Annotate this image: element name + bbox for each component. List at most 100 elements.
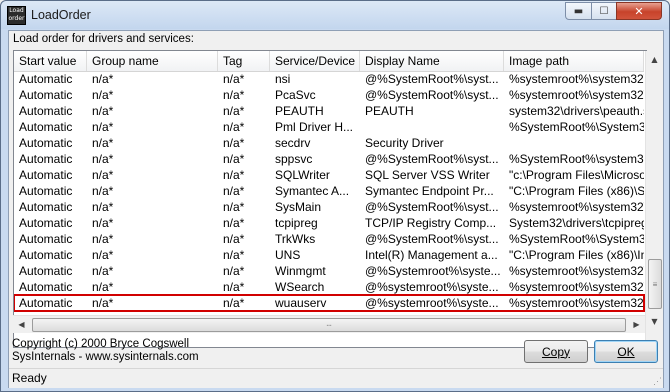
cell-group-name: n/a* (92, 88, 114, 102)
scroll-right-arrow-icon[interactable]: ▶ (628, 316, 645, 333)
cell-service-device: tcpipreg (275, 216, 318, 230)
cell-service-device: wuauserv (275, 296, 327, 310)
cell-tag: n/a* (223, 152, 245, 166)
cell-tag: n/a* (223, 104, 245, 118)
cell-group-name: n/a* (92, 152, 114, 166)
close-button[interactable]: ✕ (616, 2, 662, 20)
cell-display-name: @%SystemRoot%\syst... (365, 200, 499, 214)
table-row[interactable]: Automatic n/a* n/a* tcpipreg TCP/IP Registry… (14, 215, 644, 231)
cell-display-name: PEAUTH (365, 104, 414, 118)
cell-group-name: n/a* (92, 72, 114, 86)
cell-start-value: Automatic (19, 136, 73, 150)
cell-start-value: Automatic (19, 184, 73, 198)
cell-display-name: @%SystemRoot%\syst... (365, 152, 499, 166)
cell-service-device: UNS (275, 248, 301, 262)
cell-tag: n/a* (223, 248, 245, 262)
load-order-list[interactable]: Start value Group name Tag Service/Devic… (13, 50, 647, 348)
app-window: Load order LoadOrder ▬ ☐ ✕ Load order fo… (0, 0, 670, 392)
cell-start-value: Automatic (19, 120, 73, 134)
scroll-up-arrow-icon[interactable]: ▲ (646, 51, 663, 68)
cell-group-name: n/a* (92, 120, 114, 134)
table-row[interactable]: Automatic n/a* n/a* nsi @%SystemRoot%\syst..… (14, 71, 644, 87)
cell-display-name (360, 119, 504, 135)
cell-service-device: SysMain (275, 200, 322, 214)
cell-group-name: n/a* (92, 296, 114, 310)
column-header-image-path[interactable]: Image path (504, 51, 644, 71)
table-row[interactable]: Automatic n/a* n/a* secdrv Security Driver (14, 135, 644, 151)
column-header-group-name[interactable]: Group name (87, 51, 218, 71)
cell-image-path: "c:\Program Files\Microso (509, 168, 644, 182)
horizontal-scroll-thumb[interactable]: ┄ (32, 318, 626, 332)
column-header-display-name[interactable]: Display Name (360, 51, 504, 71)
cell-start-value: Automatic (19, 152, 73, 166)
table-row[interactable]: Automatic n/a* n/a* UNS Intel(R) Management … (14, 247, 644, 263)
table-row[interactable]: Automatic n/a* n/a* Symantec A... Symantec E… (14, 183, 644, 199)
cell-group-name: n/a* (92, 104, 114, 118)
cell-tag: n/a* (223, 72, 245, 86)
website-line: SysInternals - www.sysinternals.com (12, 351, 199, 363)
cell-image-path: %systemroot%\system32\ (509, 264, 644, 278)
ok-button[interactable]: OK (594, 340, 658, 363)
table-row[interactable]: Automatic n/a* n/a* sppsvc @%SystemRoot%\sys… (14, 151, 644, 167)
column-header-service-device[interactable]: Service/Device (270, 51, 360, 71)
ok-button-label: OK (617, 344, 635, 359)
cell-image-path: %SystemRoot%\System32\ (509, 232, 644, 246)
scroll-left-arrow-icon[interactable]: ◀ (13, 316, 30, 333)
cell-display-name: @%SystemRoot%\syst... (365, 88, 499, 102)
table-row[interactable]: Automatic n/a* n/a* SQLWriter SQL Server VSS… (14, 167, 644, 183)
table-row[interactable]: Automatic n/a* n/a* Pml Driver H... %SystemR… (14, 119, 644, 135)
cell-display-name: @%systemroot%\syste... (365, 296, 499, 310)
table-row[interactable]: Automatic n/a* n/a* PEAUTH PEAUTH system32\dr… (14, 103, 644, 119)
vertical-scrollbar[interactable]: ▲ ≡ ▼ (645, 51, 663, 347)
maximize-button[interactable]: ☐ (591, 2, 617, 20)
cell-image-path (504, 135, 644, 151)
cell-group-name: n/a* (92, 264, 114, 278)
cell-start-value: Automatic (19, 168, 73, 182)
vertical-scroll-thumb[interactable]: ≡ (648, 259, 662, 309)
table-row[interactable]: Automatic n/a* n/a* SysMain @%SystemRoot%\sy… (14, 199, 644, 215)
cell-image-path: %systemroot%\system32\ (509, 280, 644, 294)
copy-button[interactable]: Copy (524, 340, 588, 363)
copy-button-label: Copy (541, 344, 570, 359)
cell-service-device: WSearch (275, 280, 325, 294)
cell-group-name: n/a* (92, 200, 114, 214)
close-icon: ✕ (634, 4, 644, 18)
minimize-button[interactable]: ▬ (565, 2, 592, 20)
cell-image-path: %systemroot%\system32\ (509, 88, 644, 102)
cell-start-value: Automatic (19, 216, 73, 230)
cell-display-name: SQL Server VSS Writer (365, 168, 490, 182)
app-icon: Load order (7, 6, 26, 25)
cell-start-value: Automatic (19, 280, 73, 294)
cell-service-device: PEAUTH (275, 104, 324, 118)
cell-group-name: n/a* (92, 184, 114, 198)
title-bar[interactable]: Load order LoadOrder ▬ ☐ ✕ (1, 1, 669, 29)
cell-service-device: PcaSvc (275, 88, 316, 102)
cell-service-device: TrkWks (275, 232, 316, 246)
cell-service-device: nsi (275, 72, 291, 86)
table-row[interactable]: Automatic n/a* n/a* WSearch @%systemroot%\sy… (14, 279, 644, 295)
cell-image-path: %systemroot%\system32\ (509, 72, 644, 86)
cell-start-value: Automatic (19, 88, 73, 102)
cell-image-path: %SystemRoot%\system32\ (509, 152, 644, 166)
cell-start-value: Automatic (19, 248, 73, 262)
list-caption: Load order for drivers and services: (13, 33, 194, 45)
cell-tag: n/a* (223, 216, 245, 230)
table-row[interactable]: Automatic n/a* n/a* TrkWks @%SystemRoot%\sys… (14, 231, 644, 247)
cell-service-device: Winmgmt (275, 264, 326, 278)
table-row[interactable]: Automatic n/a* n/a* Winmgmt @%Systemroot%\sy… (14, 263, 644, 279)
cell-image-path: system32\drivers\peauth.s (509, 104, 644, 118)
cell-service-device: SQLWriter (275, 168, 330, 182)
cell-tag: n/a* (223, 88, 245, 102)
cell-service-device: Symantec A... (275, 184, 350, 198)
column-header-tag[interactable]: Tag (218, 51, 270, 71)
table-row[interactable]: Automatic n/a* n/a* wuauserv @%systemroot%\s… (14, 294, 645, 312)
column-header-start-value[interactable]: Start value (14, 51, 87, 71)
scroll-down-arrow-icon[interactable]: ▼ (646, 313, 663, 330)
resize-grip-icon[interactable]: ⋰ (650, 375, 662, 387)
horizontal-scrollbar[interactable]: ◀ ┄ ▶ (13, 315, 645, 333)
status-bar: Ready ⋰ (9, 368, 663, 388)
table-row[interactable]: Automatic n/a* n/a* PcaSvc @%SystemRoot%\sys… (14, 87, 644, 103)
cell-display-name: Symantec Endpoint Pr... (365, 184, 494, 198)
cell-tag: n/a* (223, 184, 245, 198)
minimize-icon: ▬ (573, 5, 584, 17)
